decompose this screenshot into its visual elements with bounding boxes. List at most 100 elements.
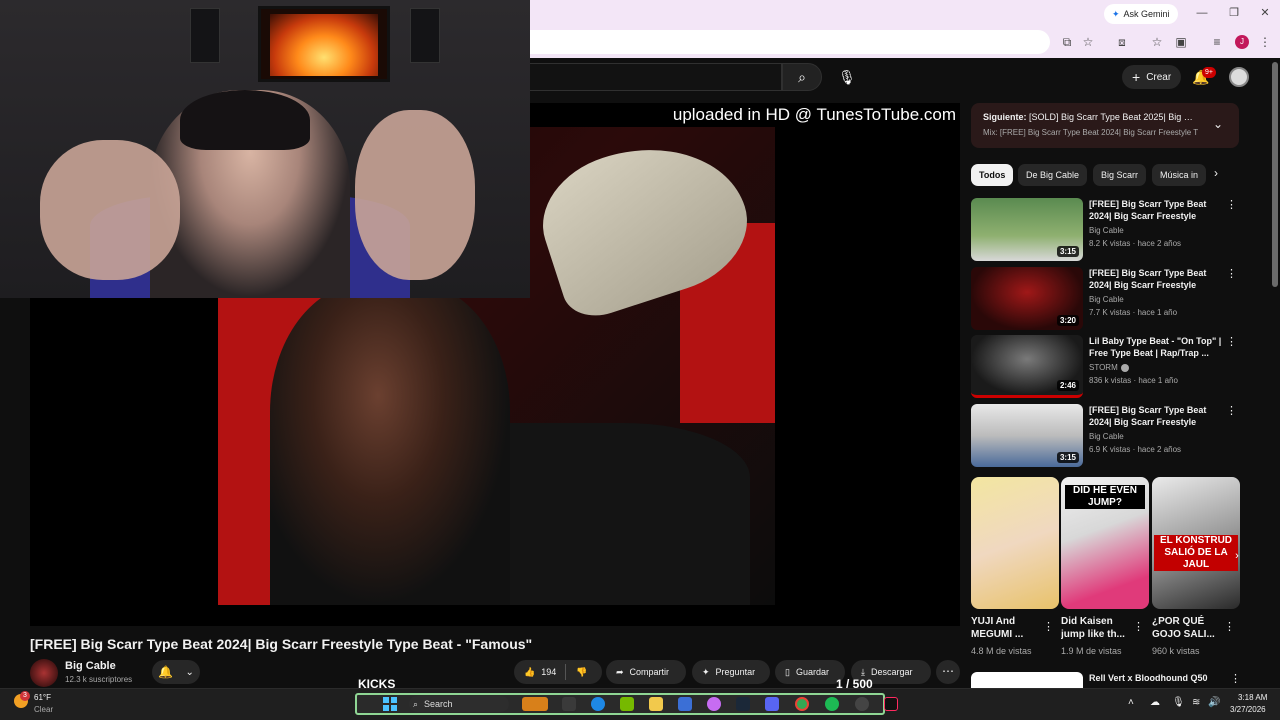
list-item[interactable]: 3:15 [FREE] Big Scarr Type Beat 2024| Bi… xyxy=(971,404,1239,468)
more-actions-button[interactable]: ⋯ xyxy=(936,660,960,684)
copilot-icon[interactable] xyxy=(707,697,721,711)
side-panel-icon[interactable]: ▣ xyxy=(1172,33,1190,51)
short-title[interactable]: Did Kaisen jump like th... xyxy=(1061,615,1131,641)
channel-avatar[interactable] xyxy=(30,659,58,687)
windows-start-icon[interactable] xyxy=(383,697,397,711)
up-next-title: Siguiente: [SOLD] Big Scarr Type Beat 20… xyxy=(983,112,1198,122)
short-views: 960 k vistas xyxy=(1152,646,1200,656)
ask-button[interactable]: ✦ Preguntar xyxy=(692,660,770,684)
send-to-devices-icon[interactable]: ⧉ xyxy=(1058,33,1076,51)
short-title[interactable]: YUJI And MEGUMI ... xyxy=(971,615,1041,641)
obs-icon[interactable] xyxy=(855,697,869,711)
video-thumbnail[interactable]: 2:46 xyxy=(971,335,1083,398)
spotify-icon[interactable] xyxy=(825,697,839,711)
chip-music[interactable]: Música in xyxy=(1152,164,1206,186)
tiktok-icon[interactable] xyxy=(884,697,898,711)
list-item[interactable]: 2:46 Lil Baby Type Beat - "On Top" | Fre… xyxy=(971,335,1239,399)
bookmark-star-icon[interactable]: ☆ xyxy=(1079,33,1097,51)
video-thumbnail[interactable]: 3:15 xyxy=(971,404,1083,467)
more-vert-icon[interactable]: ⋮ xyxy=(1226,198,1237,211)
dislike-button[interactable]: 👎 xyxy=(576,667,587,678)
more-vert-icon[interactable]: ⋮ xyxy=(1226,335,1237,348)
extensions-icon[interactable]: ⧈ xyxy=(1113,33,1131,51)
video-thumbnail[interactable]: 3:20 xyxy=(971,267,1083,330)
create-button[interactable]: + Crear xyxy=(1122,65,1182,89)
discord-icon[interactable] xyxy=(765,697,779,711)
list-item[interactable]: 3:15 [FREE] Big Scarr Type Beat 2024| Bi… xyxy=(971,198,1239,262)
ask-gemini-button[interactable]: ✦ Ask Gemini xyxy=(1104,4,1178,24)
chrome-icon[interactable] xyxy=(795,697,809,711)
microphone-icon: 🎙 xyxy=(838,69,856,85)
steam-icon[interactable] xyxy=(736,697,750,711)
video-title[interactable]: [FREE] Big Scarr Type Beat 2024| Big Sca… xyxy=(1089,267,1224,291)
page-scrollbar[interactable] xyxy=(1272,62,1278,287)
clock-time[interactable]: 3:18 AM xyxy=(1238,693,1267,702)
more-vert-icon[interactable]: ⋮ xyxy=(1230,672,1241,685)
channel-name[interactable]: Big Cable xyxy=(65,660,116,672)
nvidia-icon[interactable] xyxy=(620,697,634,711)
taskbar-search[interactable]: ⌕ Search xyxy=(409,696,509,712)
short-views: 4.8 M de vistas xyxy=(971,646,1032,656)
short-thumbnail[interactable] xyxy=(971,477,1059,609)
address-bar[interactable] xyxy=(530,30,1050,54)
video-thumbnail[interactable] xyxy=(971,672,1083,688)
wifi-icon[interactable]: ≋ xyxy=(1192,697,1200,708)
video-title[interactable]: Rell Vert x Bloodhound Q50 xyxy=(1089,673,1208,683)
more-vert-icon[interactable]: ⋮ xyxy=(1226,267,1237,280)
browser-profile-avatar[interactable]: J xyxy=(1235,35,1249,49)
outlook-icon[interactable] xyxy=(678,697,692,711)
app-thumbnail-icon[interactable] xyxy=(522,697,548,711)
save-button[interactable]: ▯ Guardar xyxy=(775,660,845,684)
edge-icon[interactable] xyxy=(591,697,605,711)
more-vert-icon[interactable]: ⋮ xyxy=(1043,620,1054,633)
chip-from-channel[interactable]: De Big Cable xyxy=(1018,164,1088,186)
channel-subscribers: 12.3 k suscriptores xyxy=(65,675,133,684)
bookmarks-icon[interactable]: ☆ xyxy=(1148,33,1166,51)
chip-all[interactable]: Todos xyxy=(971,164,1014,186)
video-channel[interactable]: Big Cable xyxy=(1089,226,1124,235)
microphone-icon[interactable]: 🎙 xyxy=(1172,697,1185,708)
clock-date[interactable]: 3/27/2026 xyxy=(1230,705,1266,714)
account-avatar[interactable] xyxy=(1229,67,1249,87)
like-button[interactable]: 👍 194 xyxy=(524,667,556,678)
channel-name: STORM xyxy=(1089,363,1118,372)
short-title[interactable]: ¿POR QUÉ GOJO SALI... xyxy=(1152,615,1222,641)
more-vert-icon[interactable]: ⋮ xyxy=(1224,620,1235,633)
cloud-icon[interactable]: ☁ xyxy=(1150,697,1160,708)
up-next-panel[interactable] xyxy=(971,103,1239,148)
subscription-bell-button[interactable]: 🔔 ⌄ xyxy=(152,660,200,684)
like-dislike-group: 👍 194 👎 xyxy=(514,660,602,684)
playlist-icon[interactable]: ≡ xyxy=(1208,33,1226,51)
video-channel[interactable]: Big Cable xyxy=(1089,295,1124,304)
short-thumbnail[interactable]: EL KONSTRUD SALIÓ DE LA JAUL xyxy=(1152,477,1240,609)
video-title[interactable]: [FREE] Big Scarr Type Beat 2024| Big Sca… xyxy=(1089,198,1224,222)
up-next-subtitle: Mix: [FREE] Big Scarr Type Beat 2024| Bi… xyxy=(983,128,1198,137)
video-title[interactable]: Lil Baby Type Beat - "On Top" | Free Typ… xyxy=(1089,335,1224,359)
video-title[interactable]: [FREE] Big Scarr Type Beat 2024| Big Sca… xyxy=(1089,404,1224,428)
chevron-down-icon[interactable]: ⌄ xyxy=(1213,117,1223,131)
chip-big-scarr[interactable]: Big Scarr xyxy=(1093,164,1147,186)
chevron-right-icon[interactable]: › xyxy=(1228,545,1246,567)
weather-temperature[interactable]: 61°F xyxy=(34,693,51,702)
task-view-icon[interactable] xyxy=(562,697,576,711)
video-channel[interactable]: STORM xyxy=(1089,363,1129,372)
more-vert-icon[interactable]: ⋮ xyxy=(1133,620,1144,633)
minimize-button[interactable]: — xyxy=(1192,4,1212,22)
search-input[interactable] xyxy=(530,63,782,91)
more-vert-icon[interactable]: ⋮ xyxy=(1226,404,1237,417)
video-channel[interactable]: Big Cable xyxy=(1089,432,1124,441)
browser-menu-icon[interactable]: ⋮ xyxy=(1256,33,1274,51)
volume-icon[interactable]: 🔊 xyxy=(1208,697,1220,708)
share-button[interactable]: ➦ Compartir xyxy=(606,660,686,684)
maximize-button[interactable]: ❐ xyxy=(1224,4,1244,22)
file-explorer-icon[interactable] xyxy=(649,697,663,711)
short-thumbnail[interactable]: DID HE EVEN JUMP? xyxy=(1061,477,1149,609)
create-label: Crear xyxy=(1146,71,1172,83)
video-thumbnail[interactable]: 3:15 xyxy=(971,198,1083,261)
close-window-button[interactable]: ✕ xyxy=(1255,4,1275,22)
search-button[interactable]: ⌕ xyxy=(782,63,822,91)
chevron-up-icon[interactable]: ˄ xyxy=(1128,697,1134,708)
voice-search-button[interactable]: 🎙 xyxy=(832,63,862,91)
chevron-right-icon[interactable]: › xyxy=(1214,166,1218,180)
list-item[interactable]: 3:20 [FREE] Big Scarr Type Beat 2024| Bi… xyxy=(971,267,1239,331)
